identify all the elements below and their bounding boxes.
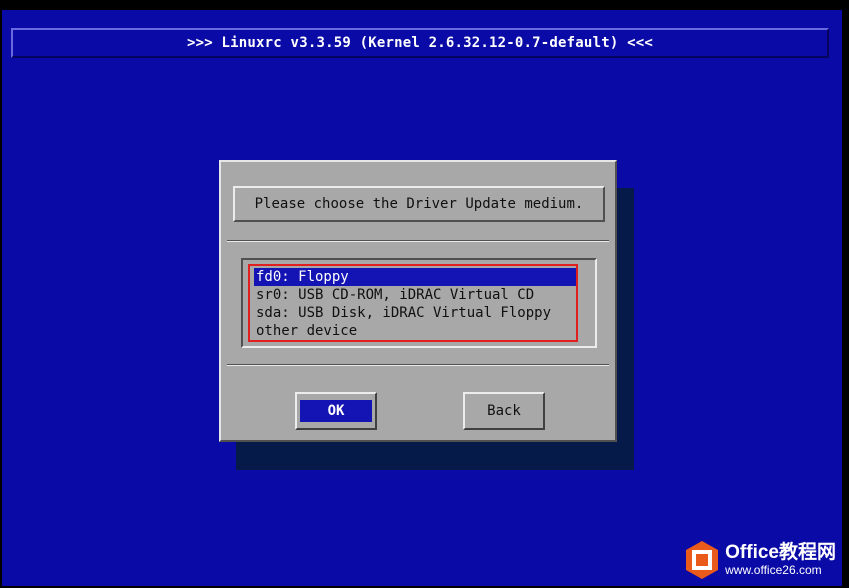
ok-button-label: OK: [300, 400, 372, 422]
list-item-sda[interactable]: sda: USB Disk, iDRAC Virtual Floppy: [254, 304, 576, 322]
watermark-url: www.office26.com: [725, 563, 822, 577]
back-button[interactable]: Back: [463, 392, 545, 430]
office-logo-icon: [685, 540, 719, 580]
watermark-text: Office教程网 www.office26.com: [725, 542, 836, 578]
ok-button[interactable]: OK: [295, 392, 377, 430]
list-item-other-device[interactable]: other device: [254, 322, 576, 340]
driver-update-dialog: Please choose the Driver Update medium. …: [219, 160, 617, 442]
installer-screen: >>> Linuxrc v3.3.59 (Kernel 2.6.32.12-0.…: [2, 10, 842, 586]
watermark: Office教程网 www.office26.com: [685, 538, 836, 582]
divider: [227, 364, 609, 366]
list-item-sr0[interactable]: sr0: USB CD-ROM, iDRAC Virtual CD: [254, 286, 576, 304]
watermark-name: Office教程网: [725, 542, 836, 563]
medium-listbox[interactable]: fd0: Floppy sr0: USB CD-ROM, iDRAC Virtu…: [241, 258, 597, 348]
header-title: >>> Linuxrc v3.3.59 (Kernel 2.6.32.12-0.…: [187, 35, 653, 51]
list-item-fd0[interactable]: fd0: Floppy: [254, 268, 576, 286]
prompt-box: Please choose the Driver Update medium.: [233, 186, 605, 222]
divider: [227, 240, 609, 242]
dialog-prompt: Please choose the Driver Update medium.: [254, 196, 584, 212]
back-button-label: Back: [487, 403, 521, 419]
header-bar: >>> Linuxrc v3.3.59 (Kernel 2.6.32.12-0.…: [11, 28, 829, 58]
medium-list: fd0: Floppy sr0: USB CD-ROM, iDRAC Virtu…: [254, 268, 576, 340]
